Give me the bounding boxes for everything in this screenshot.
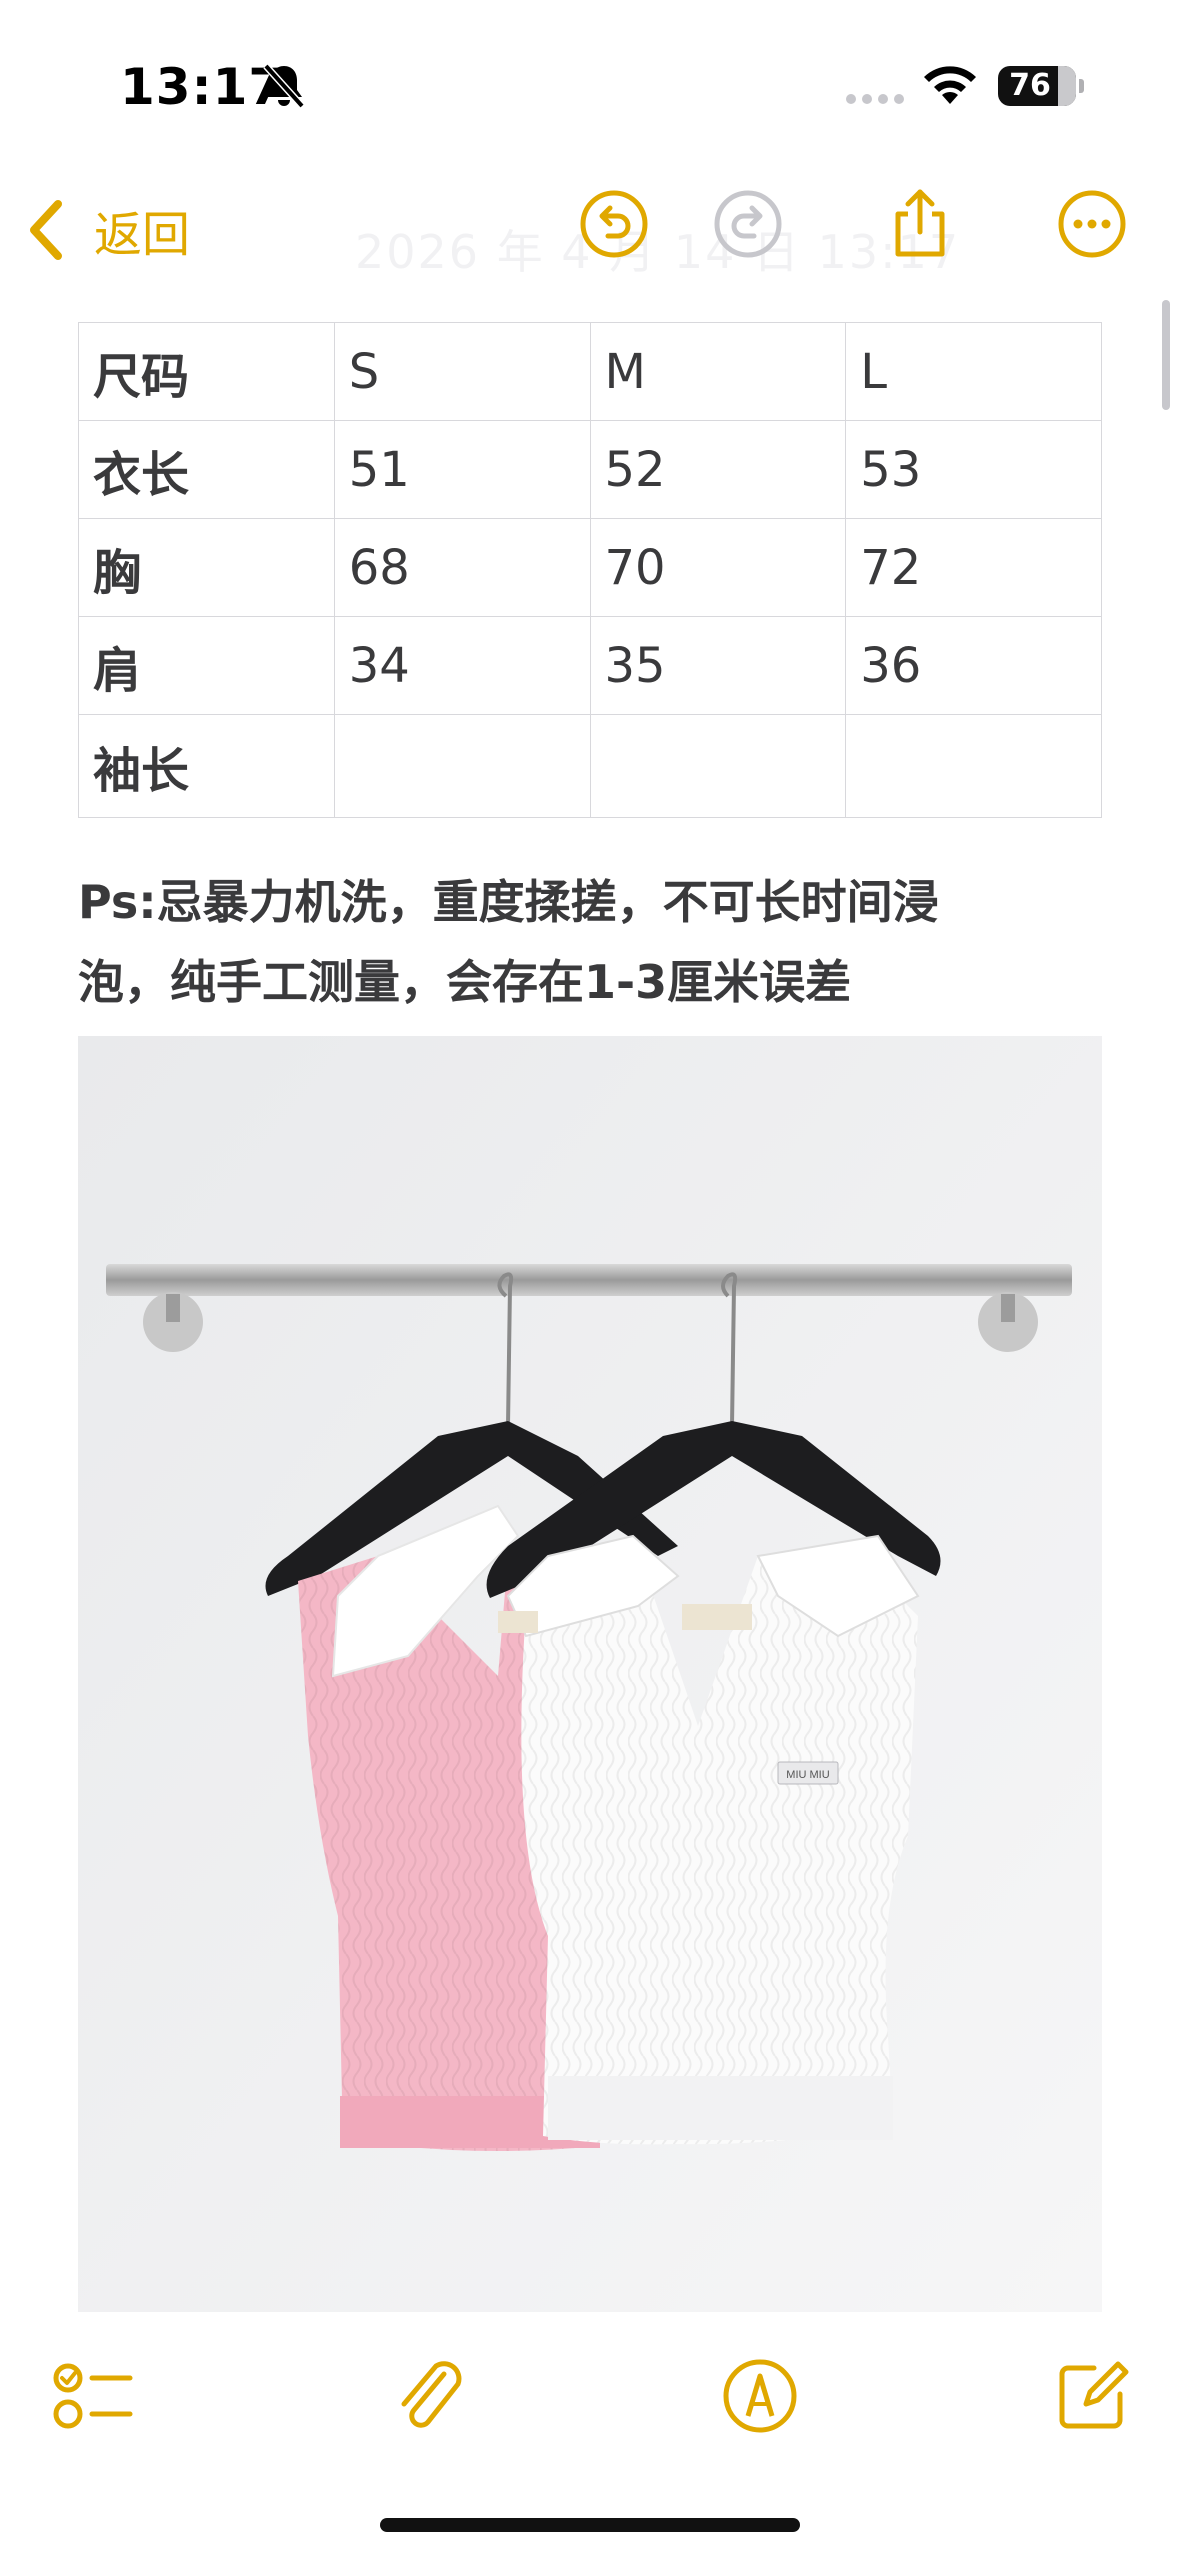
table-cell: 72 (845, 518, 1102, 617)
more-icon[interactable] (1056, 188, 1128, 260)
row-label: 肩 (78, 616, 335, 715)
note-toolbar: 2026 年 4 月 14 日 13:17 返回 (0, 170, 1179, 290)
table-cell: 34 (333, 616, 591, 715)
table-cell: 68 (333, 518, 591, 617)
chevron-left-icon (30, 200, 62, 260)
share-icon[interactable] (884, 188, 956, 260)
row-label: 袖长 (78, 714, 335, 818)
table-row: 胸 68 70 72 (78, 518, 1102, 617)
table-cell: 35 (589, 616, 847, 715)
table-cell (333, 714, 591, 818)
table-cell: 36 (845, 616, 1102, 715)
checklist-icon[interactable] (52, 2354, 136, 2438)
redo-icon[interactable] (712, 188, 784, 260)
table-cell: 51 (333, 420, 591, 519)
cellular-dots-icon (846, 94, 904, 104)
table-cell: M (589, 322, 847, 421)
bottom-toolbar (0, 2340, 1179, 2460)
product-photo-image: MIU MIU (78, 1036, 1102, 2312)
table-cell (845, 714, 1102, 818)
table-cell (589, 714, 847, 818)
table-row: 袖长 (78, 714, 1102, 818)
row-label: 胸 (78, 518, 335, 617)
paperclip-icon[interactable] (388, 2354, 472, 2438)
battery-indicator: 76 (998, 66, 1084, 106)
status-bar: 13:17 76 (0, 0, 1179, 150)
status-time: 13:17 (120, 58, 285, 116)
table-cell: S (333, 322, 591, 421)
row-label: 尺码 (78, 322, 335, 421)
back-button[interactable]: 返回 (26, 190, 190, 270)
table-cell: 70 (589, 518, 847, 617)
scroll-indicator[interactable] (1162, 300, 1170, 410)
note-date-faded: 2026 年 4 月 14 日 13:17 (355, 225, 961, 279)
wifi-icon (924, 66, 976, 104)
size-table: 尺码 S M L 衣长 51 52 53 胸 68 70 72 肩 34 35 … (78, 322, 1102, 818)
chest-label-text: MIU MIU (786, 1769, 829, 1781)
note-line: 泡，纯手工测量，会存在1-3厘米误差 (78, 955, 852, 1009)
markup-pen-icon[interactable] (718, 2354, 802, 2438)
compose-icon[interactable] (1050, 2354, 1134, 2438)
table-cell: 53 (845, 420, 1102, 519)
undo-icon[interactable] (578, 188, 650, 260)
product-photo[interactable]: MIU MIU (78, 1036, 1102, 2312)
note-text[interactable]: Ps:忌暴力机洗，重度揉搓，不可长时间浸 泡，纯手工测量，会存在1-3厘米误差 (78, 862, 1118, 1022)
table-row: 尺码 S M L (78, 322, 1102, 421)
table-cell: 52 (589, 420, 847, 519)
bell-slash-icon (263, 63, 305, 109)
battery-percent: 76 (1009, 68, 1051, 103)
home-indicator[interactable] (380, 2518, 800, 2532)
table-row: 衣长 51 52 53 (78, 420, 1102, 519)
table-cell: L (845, 322, 1102, 421)
note-line: Ps:忌暴力机洗，重度揉搓，不可长时间浸 (78, 875, 939, 929)
back-label: 返回 (94, 207, 191, 263)
row-label: 衣长 (78, 420, 335, 519)
table-row: 肩 34 35 36 (78, 616, 1102, 715)
